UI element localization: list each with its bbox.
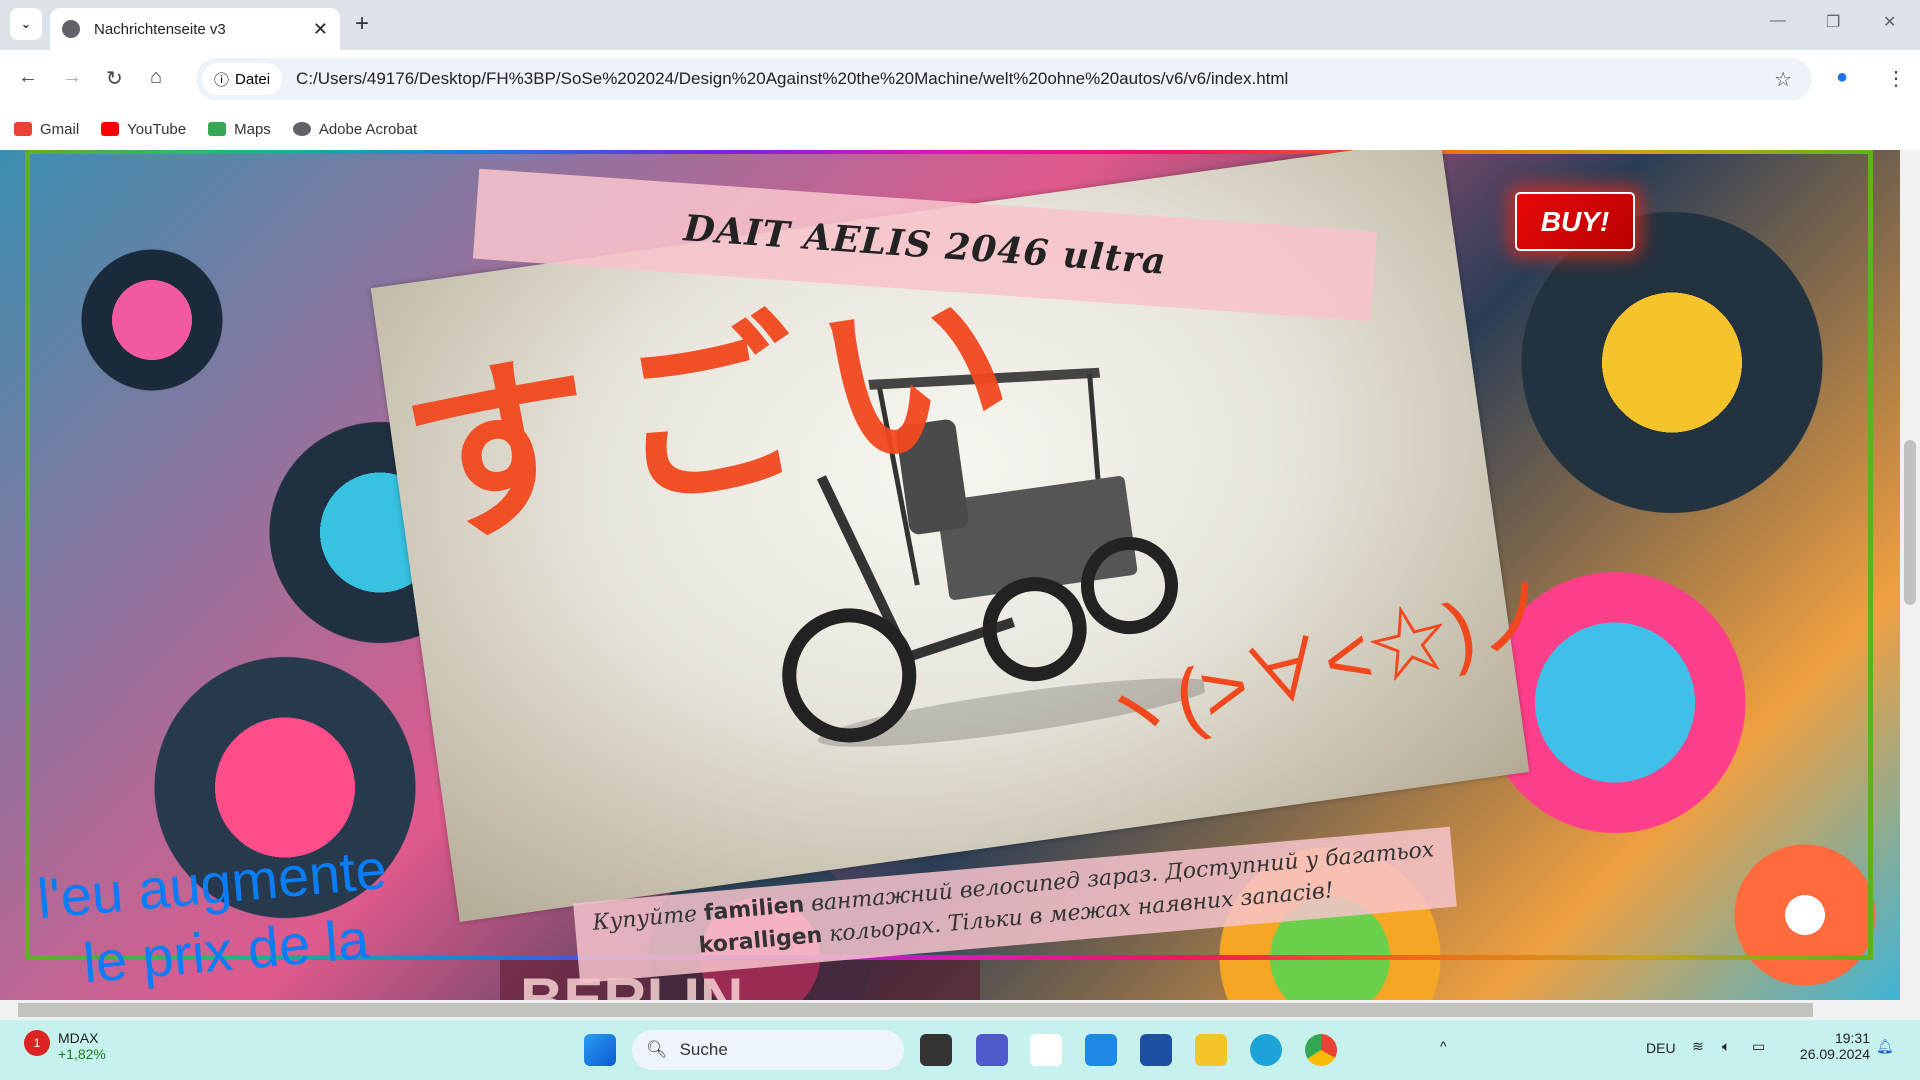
info-icon: ⓘ [214,71,230,89]
bookmark-gmail[interactable]: Gmail [14,121,79,138]
store-icon[interactable] [1140,1034,1172,1066]
bookmark-star-icon[interactable]: ☆ [1774,67,1792,92]
chrome-icon[interactable] [1305,1034,1337,1066]
tab-strip: ⌄ Nachrichtenseite v3 ✕ + — ❐ ✕ [0,0,1920,50]
mail-icon[interactable] [1030,1034,1062,1066]
youtube-icon [101,122,120,136]
back-button[interactable]: ← [18,66,38,89]
notification-bell-icon[interactable]: 🔔︎ [1876,1038,1894,1055]
windows-start-icon[interactable] [584,1034,616,1066]
site-info-chip[interactable]: ⓘ Datei [202,63,283,95]
browser-toolbar: ← → ↻ ⌂ ⓘ Datei C:/Users/49176/Desktop/FH… [0,50,1920,108]
horizontal-scrollbar[interactable] [0,1000,1920,1020]
bookmark-maps[interactable]: Maps [208,121,271,138]
tab-active[interactable]: Nachrichtenseite v3 ✕ [50,8,340,50]
minimize-button[interactable]: — [1770,12,1786,30]
globe-icon [292,122,311,136]
scrollbar-thumb[interactable] [18,1003,1813,1017]
taskbar: 1 MDAX +1,82% 🔍︎ Suche ^ DEU ≋ 🔈︎ ▭ 19:31 2… [0,1020,1920,1080]
tab-title: Nachrichtenseite v3 [94,20,226,38]
url-text[interactable]: C:/Users/49176/Desktop/FH%3BP/SoSe%20202… [296,69,1288,89]
notification-badge: 1 [24,1030,50,1056]
scrollbar-thumb[interactable] [1904,440,1916,605]
taskbar-search[interactable]: 🔍︎ Suche [632,1030,904,1070]
task-view-icon[interactable] [920,1034,952,1066]
menu-icon[interactable]: ⋮ [1886,66,1906,91]
search-icon: 🔍︎ [646,1040,668,1059]
reload-button[interactable]: ↻ [106,66,123,91]
vertical-scrollbar[interactable] [1900,150,1920,1000]
restore-button[interactable]: ❐ [1826,12,1840,32]
edge-icon[interactable] [1250,1034,1282,1066]
chevron-down-icon: ⌄ [20,16,32,31]
close-window-button[interactable]: ✕ [1883,12,1896,32]
chevron-up-icon[interactable]: ^ [1440,1038,1447,1054]
bookmarks-bar: Gmail YouTube Maps Adobe Acrobat [0,108,1920,150]
tab-search-button[interactable]: ⌄ [10,8,42,40]
bookmark-youtube[interactable]: YouTube [101,121,186,138]
forward-button[interactable]: → [62,66,82,89]
clock[interactable]: 19:31 26.09.2024 [1790,1030,1870,1062]
profile-icon[interactable]: ● [1836,66,1848,89]
stock-widget[interactable]: 1 MDAX +1,82% [24,1030,106,1062]
wifi-icon[interactable]: ≋ [1692,1038,1704,1055]
french-headline: l'eu augmente le prix de la [34,836,390,995]
file-explorer-icon[interactable] [1195,1034,1227,1066]
maps-icon [208,122,227,136]
teams-icon[interactable] [976,1034,1008,1066]
battery-icon[interactable]: ▭ [1752,1038,1765,1055]
new-tab-button[interactable]: + [355,10,369,38]
chat-icon[interactable] [1085,1034,1117,1066]
close-tab-icon[interactable]: ✕ [313,19,328,40]
globe-icon [62,20,80,38]
home-button[interactable]: ⌂ [150,66,162,89]
volume-icon[interactable]: 🔈︎ [1722,1038,1730,1055]
address-bar[interactable]: ⓘ Datei C:/Users/49176/Desktop/FH%3BP/SoS… [196,58,1812,100]
bookmark-adobe-acrobat[interactable]: Adobe Acrobat [292,121,417,138]
gmail-icon [14,122,32,136]
language-indicator[interactable]: DEU [1646,1040,1676,1056]
page-content: BERLIN DAIT AELIS 2046 ultra すごい ヽ(>∀<☆)… [0,150,1900,1000]
buy-button[interactable]: BUY! [1515,192,1635,251]
